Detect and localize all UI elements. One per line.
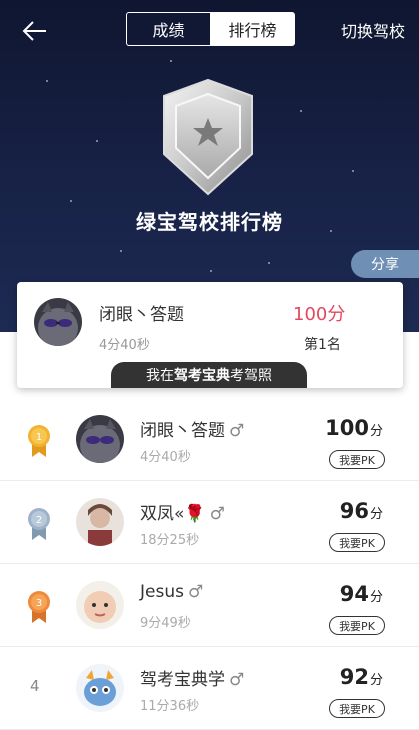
tab-scores[interactable]: 成绩 xyxy=(127,13,211,45)
list-item[interactable]: 4 驾考宝典学 ♂ 11分36秒 92分 我要PK xyxy=(0,647,419,730)
pk-button[interactable]: 我要PK xyxy=(329,450,385,469)
medal-number: 2 xyxy=(36,515,42,526)
list-item[interactable]: 3 Jesus ♂ 9分49秒 94分 我要PK xyxy=(0,564,419,647)
segmented-tabs: 成绩 排行榜 xyxy=(126,12,295,46)
promo-banner: 我在 驾考宝典 考驾照 xyxy=(111,362,307,388)
score-value: 100 xyxy=(325,416,369,440)
avatar[interactable] xyxy=(34,298,82,346)
user-score: 94分 xyxy=(340,582,383,606)
star-dot xyxy=(352,170,354,172)
score-unit: 分 xyxy=(369,424,383,439)
user-time: 4分40秒 xyxy=(140,450,191,465)
pk-button[interactable]: 我要PK xyxy=(329,533,385,552)
star-dot xyxy=(70,200,72,202)
male-icon: ♂ xyxy=(209,504,225,524)
pk-button[interactable]: 我要PK xyxy=(329,616,385,635)
star-dot xyxy=(170,60,172,62)
promo-brand: 驾考宝典 xyxy=(174,368,230,384)
user-score: 92分 xyxy=(340,665,383,689)
score-unit: 分 xyxy=(369,673,383,688)
score-value: 96 xyxy=(339,499,369,523)
my-time: 4分40秒 xyxy=(99,338,150,353)
star-dot xyxy=(268,262,270,264)
user-name-text: 双凤«🌹 xyxy=(140,504,206,524)
star-dot xyxy=(96,140,98,142)
my-score: 100分 xyxy=(293,304,346,325)
score-unit: 分 xyxy=(369,507,383,522)
male-icon: ♂ xyxy=(229,670,245,690)
avatar[interactable] xyxy=(76,498,124,546)
medal-number: 3 xyxy=(36,598,42,609)
share-button[interactable]: 分享 xyxy=(351,250,419,278)
star-dot xyxy=(210,270,212,272)
score-value: 94 xyxy=(339,582,369,606)
rank-number: 4 xyxy=(30,677,40,695)
switch-school-button[interactable]: 切换驾校 xyxy=(341,18,405,42)
medal-number: 1 xyxy=(36,432,42,443)
user-score: 96分 xyxy=(340,499,383,523)
list-item[interactable]: 2 双凤«🌹 ♂ 18分25秒 96分 我要PK xyxy=(0,481,419,564)
user-name: 闭眼丶答题 ♂ xyxy=(140,416,244,441)
page-title: 绿宝驾校排行榜 xyxy=(136,210,283,234)
score-value: 92 xyxy=(339,665,369,689)
avatar[interactable] xyxy=(76,664,124,712)
user-name: 驾考宝典学 ♂ xyxy=(140,665,244,690)
promo-prefix: 我在 xyxy=(146,368,174,384)
promo-suffix: 考驾照 xyxy=(230,368,272,384)
user-name-text: Jesus xyxy=(140,582,184,602)
user-name-text: 闭眼丶答题 xyxy=(140,421,225,441)
my-rank: 第1名 xyxy=(304,337,341,353)
silver-medal-icon: 2 xyxy=(26,507,52,541)
male-icon: ♂ xyxy=(229,421,245,441)
user-name: 双凤«🌹 ♂ xyxy=(140,499,225,524)
score-unit: 分 xyxy=(369,590,383,605)
user-name-text: 驾考宝典学 xyxy=(140,670,225,690)
user-time: 18分25秒 xyxy=(140,533,200,548)
tab-leaderboard[interactable]: 排行榜 xyxy=(211,13,294,45)
gold-medal-icon: 1 xyxy=(26,424,52,458)
back-arrow-icon[interactable] xyxy=(20,16,50,46)
user-time: 11分36秒 xyxy=(140,699,200,714)
star-dot xyxy=(300,110,302,112)
star-dot xyxy=(46,80,48,82)
bronze-medal-icon: 3 xyxy=(26,590,52,624)
avatar[interactable] xyxy=(76,581,124,629)
pk-button[interactable]: 我要PK xyxy=(329,699,385,718)
shield-star-icon xyxy=(160,78,256,196)
avatar[interactable] xyxy=(76,415,124,463)
my-name: 闭眼丶答题 xyxy=(99,305,184,325)
list-item[interactable]: 1 闭眼丶答题 ♂ 4分40秒 100分 我要PK xyxy=(0,398,419,481)
user-time: 9分49秒 xyxy=(140,616,191,631)
star-dot xyxy=(120,250,122,252)
user-score: 100分 xyxy=(325,416,383,440)
male-icon: ♂ xyxy=(187,582,204,602)
ranking-list: 1 闭眼丶答题 ♂ 4分40秒 100分 我要PK 2 双凤«🌹 ♂ 18分25… xyxy=(0,398,419,730)
user-name: Jesus ♂ xyxy=(140,582,203,602)
